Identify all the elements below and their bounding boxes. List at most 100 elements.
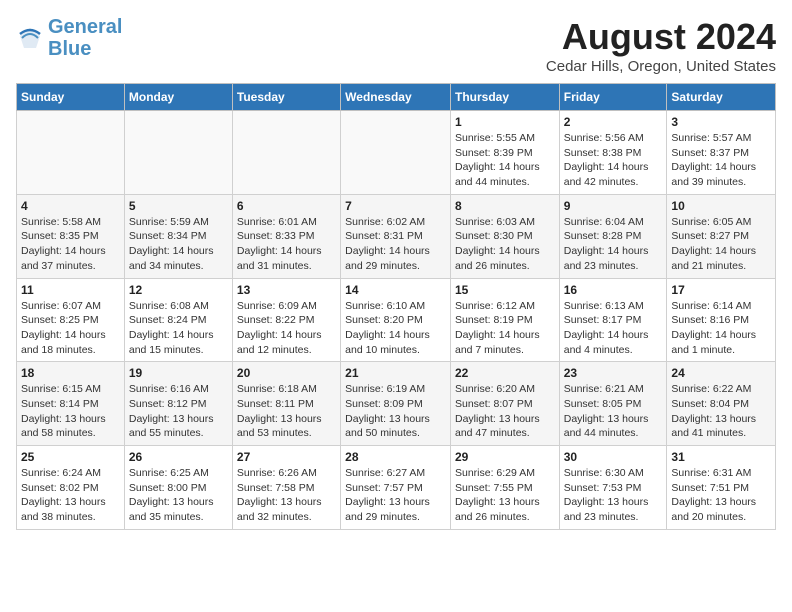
logo: General Blue: [16, 16, 122, 60]
day-number: 11: [21, 283, 120, 297]
calendar-cell: 17 Sunrise: 6:14 AM Sunset: 8:16 PM Dayli…: [667, 278, 776, 362]
day-number: 16: [564, 283, 663, 297]
day-number: 1: [455, 115, 555, 129]
calendar-header: Sunday Monday Tuesday Wednesday Thursday…: [17, 84, 776, 111]
day-info: Sunrise: 6:10 AM Sunset: 8:20 PM Dayligh…: [345, 299, 446, 358]
day-number: 29: [455, 450, 555, 464]
calendar-week-4: 18 Sunrise: 6:15 AM Sunset: 8:14 PM Dayli…: [17, 362, 776, 446]
calendar-week-3: 11 Sunrise: 6:07 AM Sunset: 8:25 PM Dayli…: [17, 278, 776, 362]
col-friday: Friday: [559, 84, 667, 111]
day-info: Sunrise: 6:14 AM Sunset: 8:16 PM Dayligh…: [671, 299, 771, 358]
calendar-cell: 13 Sunrise: 6:09 AM Sunset: 8:22 PM Dayli…: [232, 278, 340, 362]
day-info: Sunrise: 6:07 AM Sunset: 8:25 PM Dayligh…: [21, 299, 120, 358]
calendar-cell: 15 Sunrise: 6:12 AM Sunset: 8:19 PM Dayli…: [450, 278, 559, 362]
day-info: Sunrise: 5:56 AM Sunset: 8:38 PM Dayligh…: [564, 131, 663, 190]
calendar-cell: [124, 111, 232, 195]
calendar-cell: 20 Sunrise: 6:18 AM Sunset: 8:11 PM Dayli…: [232, 362, 340, 446]
calendar-cell: 3 Sunrise: 5:57 AM Sunset: 8:37 PM Daylig…: [667, 111, 776, 195]
calendar-cell: 12 Sunrise: 6:08 AM Sunset: 8:24 PM Dayli…: [124, 278, 232, 362]
day-number: 23: [564, 366, 663, 380]
day-info: Sunrise: 6:01 AM Sunset: 8:33 PM Dayligh…: [237, 215, 336, 274]
day-info: Sunrise: 6:25 AM Sunset: 8:00 PM Dayligh…: [129, 466, 228, 525]
day-number: 2: [564, 115, 663, 129]
day-info: Sunrise: 6:18 AM Sunset: 8:11 PM Dayligh…: [237, 382, 336, 441]
logo-line2: Blue: [48, 38, 91, 60]
day-info: Sunrise: 6:16 AM Sunset: 8:12 PM Dayligh…: [129, 382, 228, 441]
day-number: 12: [129, 283, 228, 297]
day-info: Sunrise: 5:58 AM Sunset: 8:35 PM Dayligh…: [21, 215, 120, 274]
title-area: August 2024 Cedar Hills, Oregon, United …: [546, 16, 776, 75]
day-info: Sunrise: 6:09 AM Sunset: 8:22 PM Dayligh…: [237, 299, 336, 358]
calendar-cell: 22Sunrise: 6:20 AM Sunset: 8:07 PM Dayli…: [450, 362, 559, 446]
calendar-cell: 19Sunrise: 6:16 AM Sunset: 8:12 PM Dayli…: [124, 362, 232, 446]
day-info: Sunrise: 5:55 AM Sunset: 8:39 PM Dayligh…: [455, 131, 555, 190]
calendar-cell: 28Sunrise: 6:27 AM Sunset: 7:57 PM Dayli…: [341, 446, 451, 530]
calendar-week-1: 1 Sunrise: 5:55 AM Sunset: 8:39 PM Daylig…: [17, 111, 776, 195]
day-number: 15: [455, 283, 555, 297]
day-info: Sunrise: 6:03 AM Sunset: 8:30 PM Dayligh…: [455, 215, 555, 274]
day-number: 6: [237, 199, 336, 213]
day-info: Sunrise: 6:02 AM Sunset: 8:31 PM Dayligh…: [345, 215, 446, 274]
calendar-cell: 5Sunrise: 5:59 AM Sunset: 8:34 PM Daylig…: [124, 194, 232, 278]
day-number: 17: [671, 283, 771, 297]
calendar-cell: [232, 111, 340, 195]
day-number: 7: [345, 199, 446, 213]
col-thursday: Thursday: [450, 84, 559, 111]
calendar-cell: [17, 111, 125, 195]
calendar-cell: 21 Sunrise: 6:19 AM Sunset: 8:09 PM Dayli…: [341, 362, 451, 446]
day-info: Sunrise: 5:59 AM Sunset: 8:34 PM Dayligh…: [129, 215, 228, 274]
calendar-cell: 25Sunrise: 6:24 AM Sunset: 8:02 PM Dayli…: [17, 446, 125, 530]
calendar-body: 1 Sunrise: 5:55 AM Sunset: 8:39 PM Daylig…: [17, 111, 776, 530]
calendar-cell: 7 Sunrise: 6:02 AM Sunset: 8:31 PM Daylig…: [341, 194, 451, 278]
day-info: Sunrise: 6:08 AM Sunset: 8:24 PM Dayligh…: [129, 299, 228, 358]
day-number: 25: [21, 450, 120, 464]
calendar-cell: 6 Sunrise: 6:01 AM Sunset: 8:33 PM Daylig…: [232, 194, 340, 278]
day-info: Sunrise: 6:15 AM Sunset: 8:14 PM Dayligh…: [21, 382, 120, 441]
main-title: August 2024: [546, 16, 776, 58]
header-row: Sunday Monday Tuesday Wednesday Thursday…: [17, 84, 776, 111]
day-number: 8: [455, 199, 555, 213]
day-number: 13: [237, 283, 336, 297]
logo-icon: [16, 24, 44, 52]
col-tuesday: Tuesday: [232, 84, 340, 111]
day-number: 9: [564, 199, 663, 213]
calendar-cell: 18 Sunrise: 6:15 AM Sunset: 8:14 PM Dayli…: [17, 362, 125, 446]
day-info: Sunrise: 6:26 AM Sunset: 7:58 PM Dayligh…: [237, 466, 336, 525]
calendar-cell: 26 Sunrise: 6:25 AM Sunset: 8:00 PM Dayli…: [124, 446, 232, 530]
page-header: General Blue August 2024 Cedar Hills, Or…: [16, 16, 776, 75]
day-number: 18: [21, 366, 120, 380]
calendar-cell: 27Sunrise: 6:26 AM Sunset: 7:58 PM Dayli…: [232, 446, 340, 530]
calendar-cell: 8 Sunrise: 6:03 AM Sunset: 8:30 PM Daylig…: [450, 194, 559, 278]
day-info: Sunrise: 6:13 AM Sunset: 8:17 PM Dayligh…: [564, 299, 663, 358]
calendar-week-2: 4 Sunrise: 5:58 AM Sunset: 8:35 PM Daylig…: [17, 194, 776, 278]
col-sunday: Sunday: [17, 84, 125, 111]
day-info: Sunrise: 6:04 AM Sunset: 8:28 PM Dayligh…: [564, 215, 663, 274]
calendar-cell: 16 Sunrise: 6:13 AM Sunset: 8:17 PM Dayli…: [559, 278, 667, 362]
day-info: Sunrise: 6:12 AM Sunset: 8:19 PM Dayligh…: [455, 299, 555, 358]
day-info: Sunrise: 6:19 AM Sunset: 8:09 PM Dayligh…: [345, 382, 446, 441]
calendar-cell: 14 Sunrise: 6:10 AM Sunset: 8:20 PM Dayli…: [341, 278, 451, 362]
day-number: 21: [345, 366, 446, 380]
calendar-cell: 10 Sunrise: 6:05 AM Sunset: 8:27 PM Dayli…: [667, 194, 776, 278]
day-info: Sunrise: 6:21 AM Sunset: 8:05 PM Dayligh…: [564, 382, 663, 441]
day-info: Sunrise: 6:05 AM Sunset: 8:27 PM Dayligh…: [671, 215, 771, 274]
day-info: Sunrise: 6:20 AM Sunset: 8:07 PM Dayligh…: [455, 382, 555, 441]
calendar-cell: 24Sunrise: 6:22 AM Sunset: 8:04 PM Dayli…: [667, 362, 776, 446]
day-number: 14: [345, 283, 446, 297]
day-number: 3: [671, 115, 771, 129]
calendar-cell: 23 Sunrise: 6:21 AM Sunset: 8:05 PM Dayli…: [559, 362, 667, 446]
day-number: 10: [671, 199, 771, 213]
logo-text: General Blue: [48, 16, 122, 60]
calendar-cell: 30Sunrise: 6:30 AM Sunset: 7:53 PM Dayli…: [559, 446, 667, 530]
day-info: Sunrise: 6:29 AM Sunset: 7:55 PM Dayligh…: [455, 466, 555, 525]
day-number: 4: [21, 199, 120, 213]
calendar-cell: 2 Sunrise: 5:56 AM Sunset: 8:38 PM Daylig…: [559, 111, 667, 195]
day-number: 20: [237, 366, 336, 380]
calendar-cell: 31 Sunrise: 6:31 AM Sunset: 7:51 PM Dayli…: [667, 446, 776, 530]
day-number: 26: [129, 450, 228, 464]
day-number: 31: [671, 450, 771, 464]
day-info: Sunrise: 6:31 AM Sunset: 7:51 PM Dayligh…: [671, 466, 771, 525]
day-info: Sunrise: 5:57 AM Sunset: 8:37 PM Dayligh…: [671, 131, 771, 190]
logo-line1: General: [48, 16, 122, 38]
day-info: Sunrise: 6:27 AM Sunset: 7:57 PM Dayligh…: [345, 466, 446, 525]
